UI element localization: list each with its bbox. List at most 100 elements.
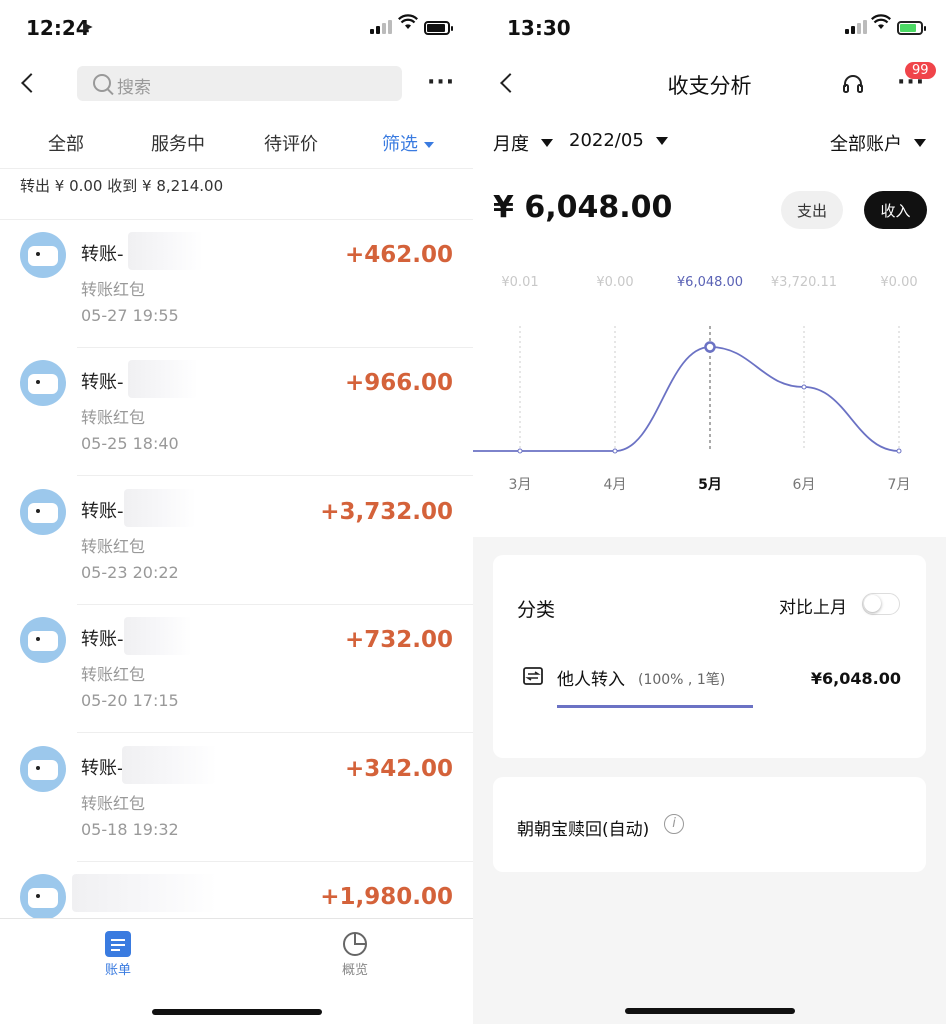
blurred-name xyxy=(124,489,196,527)
transaction-amount: +462.00 xyxy=(344,242,453,268)
list-item[interactable]: 转账- 转账红包 05-27 19:55 +462.00 xyxy=(0,220,473,348)
income-button[interactable]: 收入 xyxy=(864,191,927,229)
chart-point xyxy=(801,384,807,390)
total-amount: ¥ 6,048.00 xyxy=(493,190,673,225)
chart-series-line xyxy=(473,346,900,452)
account-value: 全部账户 xyxy=(830,134,902,155)
transaction-time: 05-23 20:22 xyxy=(81,563,179,582)
chart-value-label: ¥0.00 xyxy=(880,275,917,290)
bill-icon[interactable] xyxy=(105,931,131,957)
transaction-time: 05-27 19:55 xyxy=(81,306,179,325)
more-icon[interactable]: ··· xyxy=(427,70,455,95)
transaction-title: 转账- xyxy=(81,758,124,779)
chart-category-label: 3月 xyxy=(509,477,532,493)
category-share-bar xyxy=(557,705,753,708)
blurred-name xyxy=(122,746,217,784)
location-arrow-icon: ➤ xyxy=(80,17,94,36)
notification-badge: 99 xyxy=(905,62,936,79)
avatar xyxy=(20,617,66,663)
transaction-title: 转账- xyxy=(81,372,124,393)
chart-value-label: ¥3,720.11 xyxy=(771,275,837,290)
transaction-type: 转账红包 xyxy=(81,665,146,684)
list-item[interactable]: 转账- 转账红包 05-25 18:40 +966.00 xyxy=(0,348,473,476)
bill-list-screen: 12:24 ➤ 搜索 ··· 全部 服务中 待评价 筛选 转出 ¥ 0.00 收… xyxy=(0,0,473,1024)
transaction-amount: +1,980.00 xyxy=(320,884,453,910)
battery-charging-icon xyxy=(897,21,926,35)
category-title: 分类 xyxy=(517,599,556,621)
compare-toggle[interactable] xyxy=(862,593,900,615)
transaction-type: 转账红包 xyxy=(81,280,146,299)
avatar xyxy=(20,360,66,406)
redemption-card[interactable]: 朝朝宝赎回(自动) i xyxy=(493,777,926,872)
chart-point xyxy=(896,448,902,454)
analysis-header-section: 13:30 收支分析 ··· 99 月度 2022/05 全部账户 ¥ 6,04… xyxy=(473,0,946,537)
tab-filter-label: 筛选 xyxy=(382,134,418,155)
category-share-track xyxy=(557,705,753,708)
blurred-name xyxy=(128,232,203,270)
avatar xyxy=(20,746,66,792)
signal-icon xyxy=(370,20,392,34)
chart-value-label: ¥0.00 xyxy=(596,275,633,290)
list-item[interactable]: 转账- 转账红包 05-23 20:22 +3,732.00 xyxy=(0,477,473,605)
expense-button[interactable]: 支出 xyxy=(781,191,843,229)
period-select[interactable]: 月度 xyxy=(493,130,553,156)
category-card: 分类 对比上月 他人转入 (100% , 1笔) ¥6,048.00 xyxy=(493,555,926,758)
list-item[interactable]: 转账- 转账红包 05-18 19:32 +342.00 xyxy=(0,734,473,862)
caret-down-icon xyxy=(914,139,926,147)
info-icon[interactable]: i xyxy=(664,814,684,834)
redemption-label: 朝朝宝赎回(自动) xyxy=(517,820,650,840)
avatar xyxy=(20,874,66,920)
chart-category-label: 5月 xyxy=(698,477,722,493)
chart-point xyxy=(517,448,523,454)
blurred-name xyxy=(128,360,198,398)
transaction-amount: +966.00 xyxy=(344,370,453,396)
transaction-title: 转账- xyxy=(81,501,124,522)
chart-point xyxy=(704,341,716,353)
caret-down-icon xyxy=(424,142,434,148)
caret-down-icon xyxy=(541,139,553,147)
account-select[interactable]: 全部账户 xyxy=(830,130,926,156)
search-input[interactable]: 搜索 xyxy=(77,66,402,101)
list-item[interactable]: 转账- 转账红包 05-20 17:15 +732.00 xyxy=(0,605,473,733)
avatar xyxy=(20,489,66,535)
transaction-amount: +3,732.00 xyxy=(320,499,453,525)
month-value: 2022/05 xyxy=(569,130,644,151)
category-item-amount: ¥6,048.00 xyxy=(810,669,901,688)
transaction-type: 转账红包 xyxy=(81,537,146,556)
tab-in-service[interactable]: 服务中 xyxy=(151,130,205,156)
income-analysis-screen: 13:30 收支分析 ··· 99 月度 2022/05 全部账户 ¥ 6,04… xyxy=(473,0,946,1024)
chart-point xyxy=(612,448,618,454)
tab-filter[interactable]: 筛选 xyxy=(382,130,434,156)
avatar xyxy=(20,232,66,278)
transaction-amount: +732.00 xyxy=(344,627,453,653)
nav-overview-label[interactable]: 概览 xyxy=(342,959,368,978)
category-item-name[interactable]: 他人转入 xyxy=(557,665,625,690)
wifi-icon xyxy=(871,14,891,34)
tab-all[interactable]: 全部 xyxy=(48,130,84,156)
headset-icon[interactable] xyxy=(841,72,865,100)
nav-bill-label[interactable]: 账单 xyxy=(105,959,131,978)
status-time: 13:30 xyxy=(507,16,571,40)
chart-category-label: 6月 xyxy=(793,477,816,493)
transaction-time: 05-18 19:32 xyxy=(81,820,179,839)
pie-chart-icon[interactable] xyxy=(342,931,368,961)
period-value: 月度 xyxy=(493,134,529,155)
trend-chart[interactable]: ¥0.01 ¥0.00 ¥6,048.00 ¥3,720.11 ¥0.00 3月 4月 5月 6… xyxy=(473,262,946,502)
month-select[interactable]: 2022/05 xyxy=(569,130,668,151)
signal-icon xyxy=(845,20,867,34)
transaction-type: 转账红包 xyxy=(81,794,146,813)
page-title: 收支分析 xyxy=(667,74,752,98)
transaction-amount: +342.00 xyxy=(344,756,453,782)
blurred-name xyxy=(124,617,192,655)
transaction-time: 05-25 18:40 xyxy=(81,434,179,453)
chart-value-label: ¥0.01 xyxy=(501,275,538,290)
tab-to-review[interactable]: 待评价 xyxy=(264,130,318,156)
search-icon xyxy=(93,74,111,92)
back-icon[interactable] xyxy=(21,73,41,93)
battery-icon xyxy=(424,21,453,35)
transaction-type: 转账红包 xyxy=(81,408,146,427)
caret-down-icon xyxy=(655,136,668,145)
transaction-title: 转账- xyxy=(81,244,124,265)
transfer-icon xyxy=(523,667,543,689)
compare-label: 对比上月 xyxy=(779,598,847,618)
